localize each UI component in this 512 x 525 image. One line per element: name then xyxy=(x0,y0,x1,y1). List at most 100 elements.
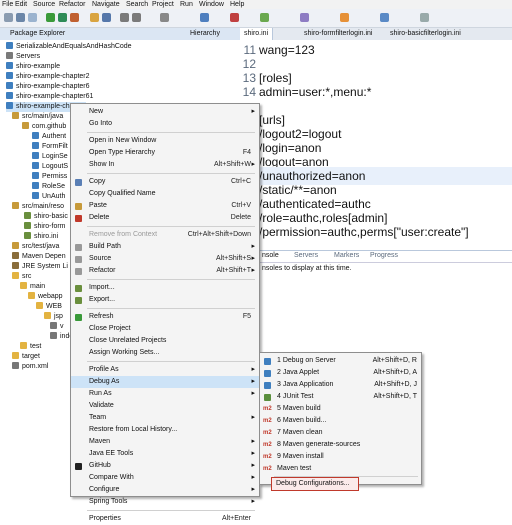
tree-item[interactable]: com.github xyxy=(22,122,66,132)
toolbar-icon[interactable] xyxy=(200,13,209,22)
menu-item-paste[interactable]: Paste Ctrl+V xyxy=(71,200,259,212)
print-icon[interactable] xyxy=(28,13,37,22)
tree-item[interactable]: shiro-example xyxy=(6,62,60,72)
tree-item[interactable]: jsp xyxy=(44,312,63,322)
tree-item[interactable]: Maven Depen xyxy=(12,252,66,262)
toolbar-icon[interactable] xyxy=(340,13,349,22)
debug-as-item[interactable]: m2 Maven test xyxy=(260,463,421,475)
tree-item[interactable]: JRE System Li xyxy=(12,262,68,272)
tree-item[interactable]: shiro-example-chapter2 xyxy=(6,72,90,82)
menu-run[interactable]: Run xyxy=(180,0,193,9)
tree-item[interactable]: v xyxy=(50,322,64,332)
toolbar-icon[interactable] xyxy=(230,13,239,22)
debug-as-item[interactable]: 3 Java Application Alt+Shift+D, J xyxy=(260,379,421,391)
tree-item[interactable]: SerializableAndEqualsAndHashCode xyxy=(6,42,132,52)
menu-file[interactable]: File xyxy=(2,0,13,9)
menu-item-open-type-hierarchy[interactable]: Open Type Hierarchy F4 xyxy=(71,147,259,159)
tree-item[interactable]: WEB xyxy=(36,302,62,312)
menu-item-refresh[interactable]: Refresh F5 xyxy=(71,311,259,323)
debug-as-item[interactable]: m2 8 Maven generate-sources xyxy=(260,439,421,451)
debug-as-item[interactable]: m2 9 Maven install xyxy=(260,451,421,463)
menu-item-restore-from-local-history[interactable]: Restore from Local History... xyxy=(71,424,259,436)
tree-item[interactable]: Servers xyxy=(6,52,40,62)
menu-item-import[interactable]: Import... xyxy=(71,282,259,294)
debug-as-item[interactable]: 4 JUnit Test Alt+Shift+D, T xyxy=(260,391,421,403)
debug-as-item[interactable]: m2 6 Maven build... xyxy=(260,415,421,427)
menu-item-spring-tools[interactable]: Spring Tools ▸ xyxy=(71,496,259,508)
tree-item[interactable]: LoginSe xyxy=(32,152,68,162)
menu-item-maven[interactable]: Maven ▸ xyxy=(71,436,259,448)
console-tab[interactable]: Servers xyxy=(294,252,318,259)
menu-item-build-path[interactable]: Build Path ▸ xyxy=(71,241,259,253)
editor-tab[interactable]: shiro.ini xyxy=(240,28,274,40)
console-tab[interactable]: Markers xyxy=(334,252,359,259)
tree-item[interactable]: shiro-example-chapter6 xyxy=(6,82,90,92)
menu-window[interactable]: Window xyxy=(199,0,224,9)
tree-item[interactable]: pom.xml xyxy=(12,362,48,372)
debug-as-item[interactable]: 1 Debug on Server Alt+Shift+D, R xyxy=(260,355,421,367)
toolbar-icon[interactable] xyxy=(300,13,309,22)
console-tab[interactable]: nsole xyxy=(262,252,279,259)
toolbar-icon[interactable] xyxy=(260,13,269,22)
tree-item[interactable]: main xyxy=(20,282,45,292)
menu-item-github[interactable]: GitHub ▸ xyxy=(71,460,259,472)
tree-item[interactable]: src/test/java xyxy=(12,242,59,252)
menu-item-team[interactable]: Team ▸ xyxy=(71,412,259,424)
menu-item-configure[interactable]: Configure ▸ xyxy=(71,484,259,496)
menu-search[interactable]: Search xyxy=(126,0,148,9)
toolbar-icon[interactable] xyxy=(420,13,429,22)
debug-as-item[interactable]: m2 7 Maven clean xyxy=(260,427,421,439)
package-explorer-title[interactable]: Package Explorer xyxy=(10,29,65,39)
tree-item[interactable]: target xyxy=(12,352,40,362)
debug-as-item[interactable]: 2 Java Applet Alt+Shift+D, A xyxy=(260,367,421,379)
tree-item[interactable]: src/main/java xyxy=(12,112,63,122)
tree-item[interactable]: Permiss xyxy=(32,172,67,182)
run-icon[interactable] xyxy=(58,13,67,22)
save-icon[interactable] xyxy=(16,13,25,22)
menu-project[interactable]: Project xyxy=(152,0,174,9)
tree-item[interactable]: LogoutS xyxy=(32,162,68,172)
tree-item[interactable]: test xyxy=(20,342,41,352)
menu-item-java-ee-tools[interactable]: Java EE Tools ▸ xyxy=(71,448,259,460)
menu-item-new[interactable]: New ▸ xyxy=(71,106,259,118)
editor-tab[interactable]: shiro-formfilterlogin.ini xyxy=(300,28,376,40)
menu-item-show-in[interactable]: Show In Alt+Shift+W ▸ xyxy=(71,159,259,171)
menu-item-export[interactable]: Export... xyxy=(71,294,259,306)
open-type-icon[interactable] xyxy=(90,13,99,22)
nav-back-icon[interactable] xyxy=(120,13,129,22)
tree-item[interactable]: shiro-example-chapter61 xyxy=(6,92,93,102)
editor-tab[interactable]: shiro-basicfilterlogin.ini xyxy=(386,28,465,40)
menu-item-run-as[interactable]: Run As ▸ xyxy=(71,388,259,400)
search-icon[interactable] xyxy=(102,13,111,22)
nav-forward-icon[interactable] xyxy=(132,13,141,22)
debug-as-item[interactable]: Debug Configurations... xyxy=(271,477,359,491)
tree-item[interactable]: UnAuth xyxy=(32,192,65,202)
tree-item[interactable]: shiro-form xyxy=(24,222,66,232)
menu-item-debug-as[interactable]: Debug As ▸ xyxy=(71,376,259,388)
tree-item[interactable]: shiro-basic xyxy=(24,212,68,222)
editor[interactable]: 11 wang=123 12 13 [roles] 14 admin=user:*,menu… xyxy=(240,40,512,244)
menu-item-open-in-new-window[interactable]: Open in New Window xyxy=(71,135,259,147)
menu-item-compare-with[interactable]: Compare With ▸ xyxy=(71,472,259,484)
menu-help[interactable]: Help xyxy=(230,0,244,9)
menu-item-copy-qualified-name[interactable]: Copy Qualified Name xyxy=(71,188,259,200)
debug-icon[interactable] xyxy=(46,13,55,22)
tree-item[interactable]: Authent xyxy=(32,132,66,142)
tree-item[interactable]: FormFilt xyxy=(32,142,68,152)
tree-item[interactable]: webapp xyxy=(28,292,63,302)
menu-refactor[interactable]: Refactor xyxy=(59,0,85,9)
debug-as-item[interactable]: m2 5 Maven build xyxy=(260,403,421,415)
menu-item-validate[interactable]: Validate xyxy=(71,400,259,412)
toolbar-icon[interactable] xyxy=(380,13,389,22)
toolbar-icon[interactable] xyxy=(160,13,169,22)
tree-item[interactable]: RoleSe xyxy=(32,182,65,192)
tree-item[interactable]: src xyxy=(12,272,31,282)
menu-navigate[interactable]: Navigate xyxy=(92,0,120,9)
menu-item-refactor[interactable]: Refactor Alt+Shift+T ▸ xyxy=(71,265,259,277)
console-tab[interactable]: Progress xyxy=(370,252,398,259)
menu-item-assign-working-sets[interactable]: Assign Working Sets... xyxy=(71,347,259,359)
tree-item[interactable]: shiro.ini xyxy=(24,232,58,242)
menu-item-copy[interactable]: Copy Ctrl+C xyxy=(71,176,259,188)
menu-item-delete[interactable]: Delete Delete xyxy=(71,212,259,224)
menu-item-close-project[interactable]: Close Project xyxy=(71,323,259,335)
